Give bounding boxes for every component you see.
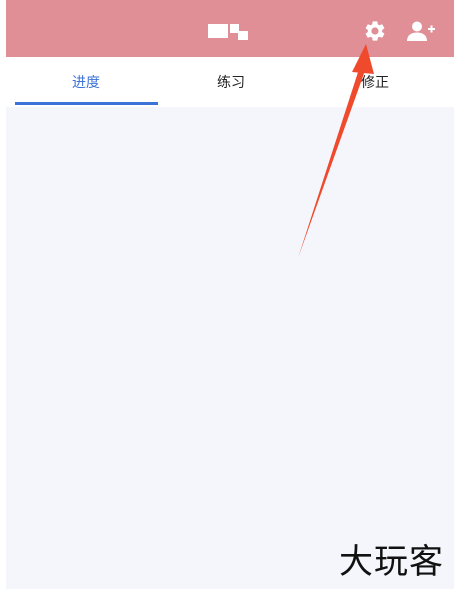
tab-practice[interactable]: 练习 bbox=[156, 57, 306, 107]
gear-icon bbox=[365, 21, 385, 41]
tab-correction[interactable]: 修正 bbox=[300, 57, 450, 107]
redacted-title-block-1 bbox=[208, 24, 228, 38]
tab-bar: 进度 练习 修正 bbox=[6, 57, 454, 107]
app-window: 进度 练习 修正 大玩客 bbox=[6, 0, 454, 589]
active-tab-indicator bbox=[15, 102, 158, 105]
add-user-icon bbox=[407, 21, 435, 41]
header-bar bbox=[6, 0, 454, 57]
tab-progress[interactable]: 进度 bbox=[11, 57, 161, 107]
add-user-button[interactable] bbox=[406, 18, 436, 44]
redacted-title-block-3 bbox=[238, 31, 248, 40]
watermark-text: 大玩客 bbox=[339, 542, 444, 582]
content-area bbox=[6, 107, 454, 589]
settings-button[interactable] bbox=[362, 18, 388, 44]
